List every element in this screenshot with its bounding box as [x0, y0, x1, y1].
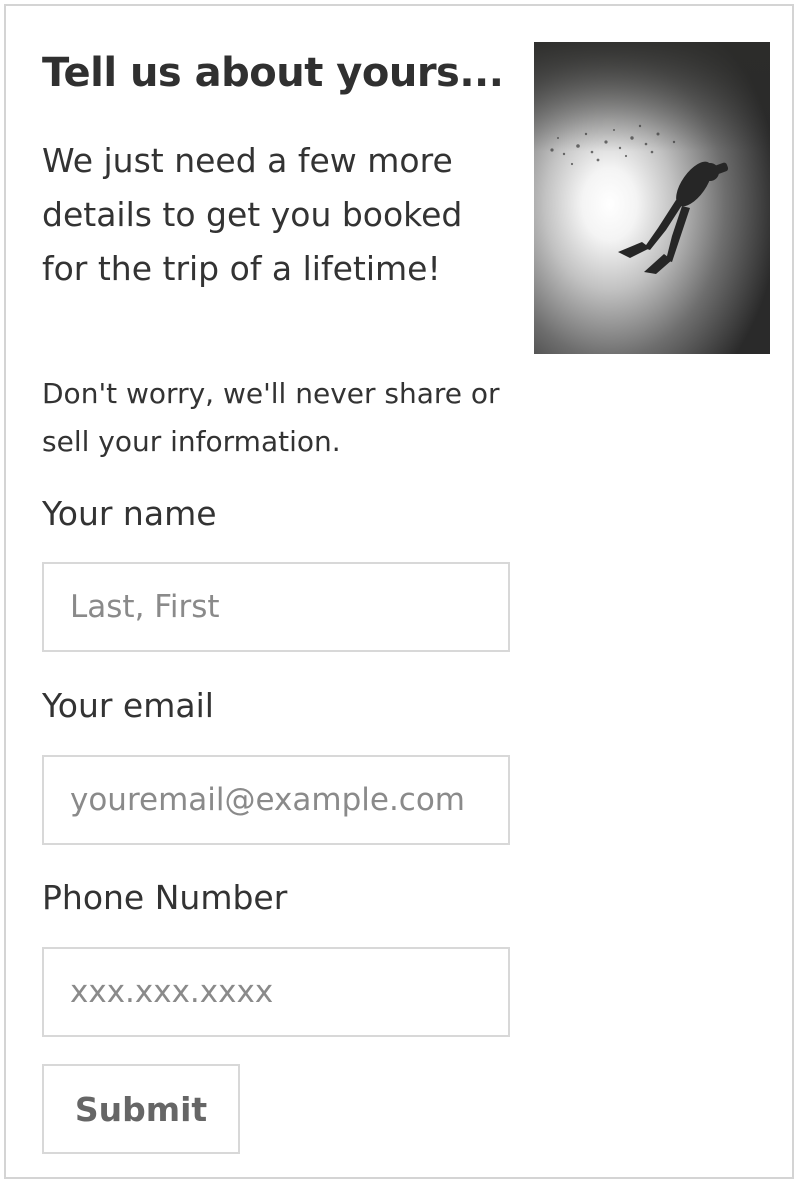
- scuba-diver-image: [534, 42, 770, 354]
- form-card: Tell us about yours... We just need a fe…: [4, 4, 794, 1179]
- name-input[interactable]: [42, 562, 510, 652]
- privacy-note: Don't worry, we'll never share or sell y…: [42, 377, 500, 458]
- email-label: Your email: [42, 686, 214, 725]
- intro-text: We just need a few more details to get y…: [42, 141, 463, 288]
- name-label: Your name: [42, 494, 217, 533]
- submit-button[interactable]: Submit: [42, 1064, 240, 1154]
- page-title: Tell us about yours...: [42, 50, 504, 96]
- phone-label: Phone Number: [42, 878, 288, 917]
- phone-input[interactable]: [42, 947, 510, 1037]
- email-input[interactable]: [42, 755, 510, 845]
